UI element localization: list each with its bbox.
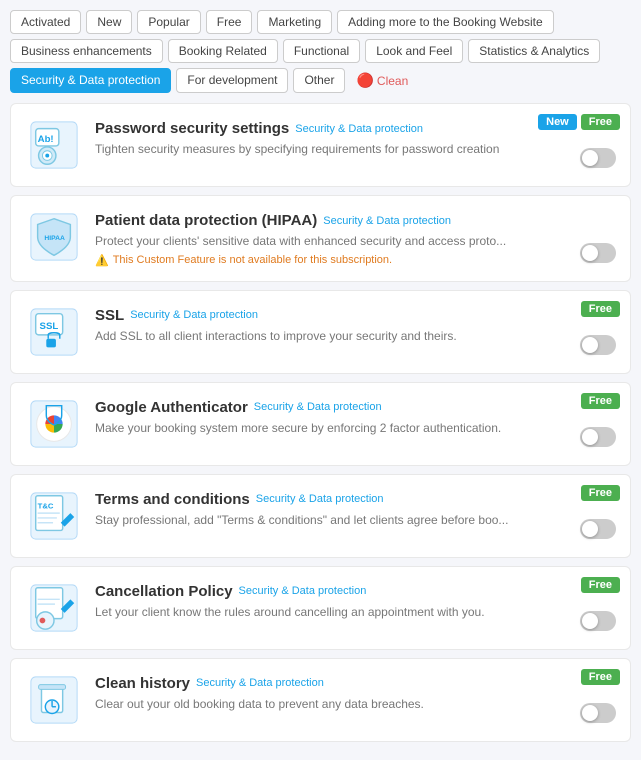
badge-free-terms-and-conditions: Free: [581, 485, 620, 501]
feature-title-cancellation-policy: Cancellation Policy: [95, 583, 233, 600]
filter-tag-new[interactable]: New: [86, 10, 132, 34]
badge-area-terms-and-conditions: Free: [581, 485, 620, 501]
feature-toggle-ssl[interactable]: [580, 335, 616, 355]
feature-desc-password-security: Tighten security measures by specifying …: [95, 141, 614, 158]
feature-toggle-password-security[interactable]: [580, 148, 616, 168]
feature-title-row-ssl: SSL Security & Data protection: [95, 307, 614, 324]
badge-free-clean-history: Free: [581, 669, 620, 685]
feature-category-patient-data-protection: Security & Data protection: [323, 215, 451, 227]
feature-title-row-terms-and-conditions: Terms and conditions Security & Data pro…: [95, 491, 614, 508]
feature-title-password-security: Password security settings: [95, 120, 289, 137]
feature-category-ssl: Security & Data protection: [130, 309, 258, 321]
feature-card-password-security: NewFree Ab! Password security settings S…: [10, 103, 631, 187]
badge-free-google-authenticator: Free: [581, 393, 620, 409]
feature-title-google-authenticator: Google Authenticator: [95, 399, 248, 416]
filter-tag-popular[interactable]: Popular: [137, 10, 200, 34]
feature-desc-patient-data-protection: Protect your clients' sensitive data wit…: [95, 233, 614, 250]
clean-filter-button[interactable]: 🔴Clean: [350, 68, 414, 93]
filter-tag-free[interactable]: Free: [206, 10, 253, 34]
feature-desc-clean-history: Clear out your old booking data to preve…: [95, 696, 614, 713]
feature-category-cancellation-policy: Security & Data protection: [239, 585, 367, 597]
feature-card-google-authenticator: Free Google Authenticator Security & Dat…: [10, 382, 631, 466]
feature-category-clean-history: Security & Data protection: [196, 677, 324, 689]
clean-icon: 🔴: [356, 72, 373, 89]
badge-free-ssl: Free: [581, 301, 620, 317]
svg-text:HIPAA: HIPAA: [44, 235, 65, 242]
svg-text:Ab!: Ab!: [38, 134, 54, 145]
feature-title-ssl: SSL: [95, 307, 124, 324]
feature-content-terms-and-conditions: Terms and conditions Security & Data pro…: [95, 489, 614, 529]
filter-tag-security---data-protection[interactable]: Security & Data protection: [10, 68, 171, 93]
svg-text:SSL: SSL: [40, 321, 59, 332]
feature-content-cancellation-policy: Cancellation Policy Security & Data prot…: [95, 581, 614, 621]
warning-icon: ⚠️: [95, 254, 109, 267]
feature-title-row-patient-data-protection: Patient data protection (HIPAA) Security…: [95, 212, 614, 229]
filter-tag-business-enhancements[interactable]: Business enhancements: [10, 39, 163, 63]
feature-desc-cancellation-policy: Let your client know the rules around ca…: [95, 604, 614, 621]
feature-content-google-authenticator: Google Authenticator Security & Data pro…: [95, 397, 614, 437]
feature-title-terms-and-conditions: Terms and conditions: [95, 491, 250, 508]
feature-card-cancellation-policy: Free Cancellation Policy Security & Data…: [10, 566, 631, 650]
filter-tag-look-and-feel[interactable]: Look and Feel: [365, 39, 463, 63]
feature-toggle-terms-and-conditions[interactable]: [580, 519, 616, 539]
feature-category-google-authenticator: Security & Data protection: [254, 401, 382, 413]
svg-text:T&C: T&C: [38, 501, 54, 510]
feature-list: NewFree Ab! Password security settings S…: [10, 103, 631, 750]
feature-content-ssl: SSL Security & Data protection Add SSL t…: [95, 305, 614, 345]
feature-icon-cancellation-policy: [27, 581, 81, 635]
feature-icon-patient-data-protection: HIPAA: [27, 210, 81, 264]
feature-category-terms-and-conditions: Security & Data protection: [256, 493, 384, 505]
feature-icon-password-security: Ab!: [27, 118, 81, 172]
filter-tag-adding-more-to-the-booking-website[interactable]: Adding more to the Booking Website: [337, 10, 554, 34]
feature-toggle-cancellation-policy[interactable]: [580, 611, 616, 631]
feature-icon-google-authenticator: [27, 397, 81, 451]
filter-tag-marketing[interactable]: Marketing: [257, 10, 332, 34]
feature-title-row-clean-history: Clean history Security & Data protection: [95, 675, 614, 692]
feature-desc-ssl: Add SSL to all client interactions to im…: [95, 328, 614, 345]
feature-toggle-clean-history[interactable]: [580, 703, 616, 723]
filter-bar: ActivatedNewPopularFreeMarketingAdding m…: [10, 10, 631, 93]
feature-category-password-security: Security & Data protection: [295, 123, 423, 135]
feature-desc-google-authenticator: Make your booking system more secure by …: [95, 420, 614, 437]
filter-tag-booking-related[interactable]: Booking Related: [168, 39, 278, 63]
feature-card-ssl: Free SSL SSL Security & Data protection …: [10, 290, 631, 374]
badge-new-password-security: New: [538, 114, 577, 130]
badge-area-password-security: NewFree: [538, 114, 620, 130]
feature-card-patient-data-protection: HIPAA Patient data protection (HIPAA) Se…: [10, 195, 631, 282]
feature-toggle-patient-data-protection[interactable]: [580, 243, 616, 263]
feature-title-clean-history: Clean history: [95, 675, 190, 692]
feature-icon-terms-and-conditions: T&C: [27, 489, 81, 543]
feature-icon-ssl: SSL: [27, 305, 81, 359]
badge-free-cancellation-policy: Free: [581, 577, 620, 593]
badge-area-google-authenticator: Free: [581, 393, 620, 409]
badge-area-ssl: Free: [581, 301, 620, 317]
badge-free-password-security: Free: [581, 114, 620, 130]
feature-desc-terms-and-conditions: Stay professional, add "Terms & conditio…: [95, 512, 614, 529]
badge-area-cancellation-policy: Free: [581, 577, 620, 593]
feature-content-clean-history: Clean history Security & Data protection…: [95, 673, 614, 713]
filter-tag-for-development[interactable]: For development: [176, 68, 288, 93]
feature-card-terms-and-conditions: Free T&C Terms and conditions Security &…: [10, 474, 631, 558]
filter-tag-statistics---analytics[interactable]: Statistics & Analytics: [468, 39, 600, 63]
feature-title-row-cancellation-policy: Cancellation Policy Security & Data prot…: [95, 583, 614, 600]
feature-icon-clean-history: [27, 673, 81, 727]
feature-content-password-security: Password security settings Security & Da…: [95, 118, 614, 158]
feature-title-row-google-authenticator: Google Authenticator Security & Data pro…: [95, 399, 614, 416]
filter-tag-functional[interactable]: Functional: [283, 39, 360, 63]
feature-toggle-google-authenticator[interactable]: [580, 427, 616, 447]
feature-content-patient-data-protection: Patient data protection (HIPAA) Security…: [95, 210, 614, 267]
filter-tag-other[interactable]: Other: [293, 68, 345, 93]
feature-title-patient-data-protection: Patient data protection (HIPAA): [95, 212, 317, 229]
feature-card-clean-history: Free Clean history Security & Data prote…: [10, 658, 631, 742]
feature-title-row-password-security: Password security settings Security & Da…: [95, 120, 614, 137]
badge-area-clean-history: Free: [581, 669, 620, 685]
filter-tag-activated[interactable]: Activated: [10, 10, 81, 34]
feature-warning-patient-data-protection: ⚠️ This Custom Feature is not available …: [95, 254, 614, 267]
